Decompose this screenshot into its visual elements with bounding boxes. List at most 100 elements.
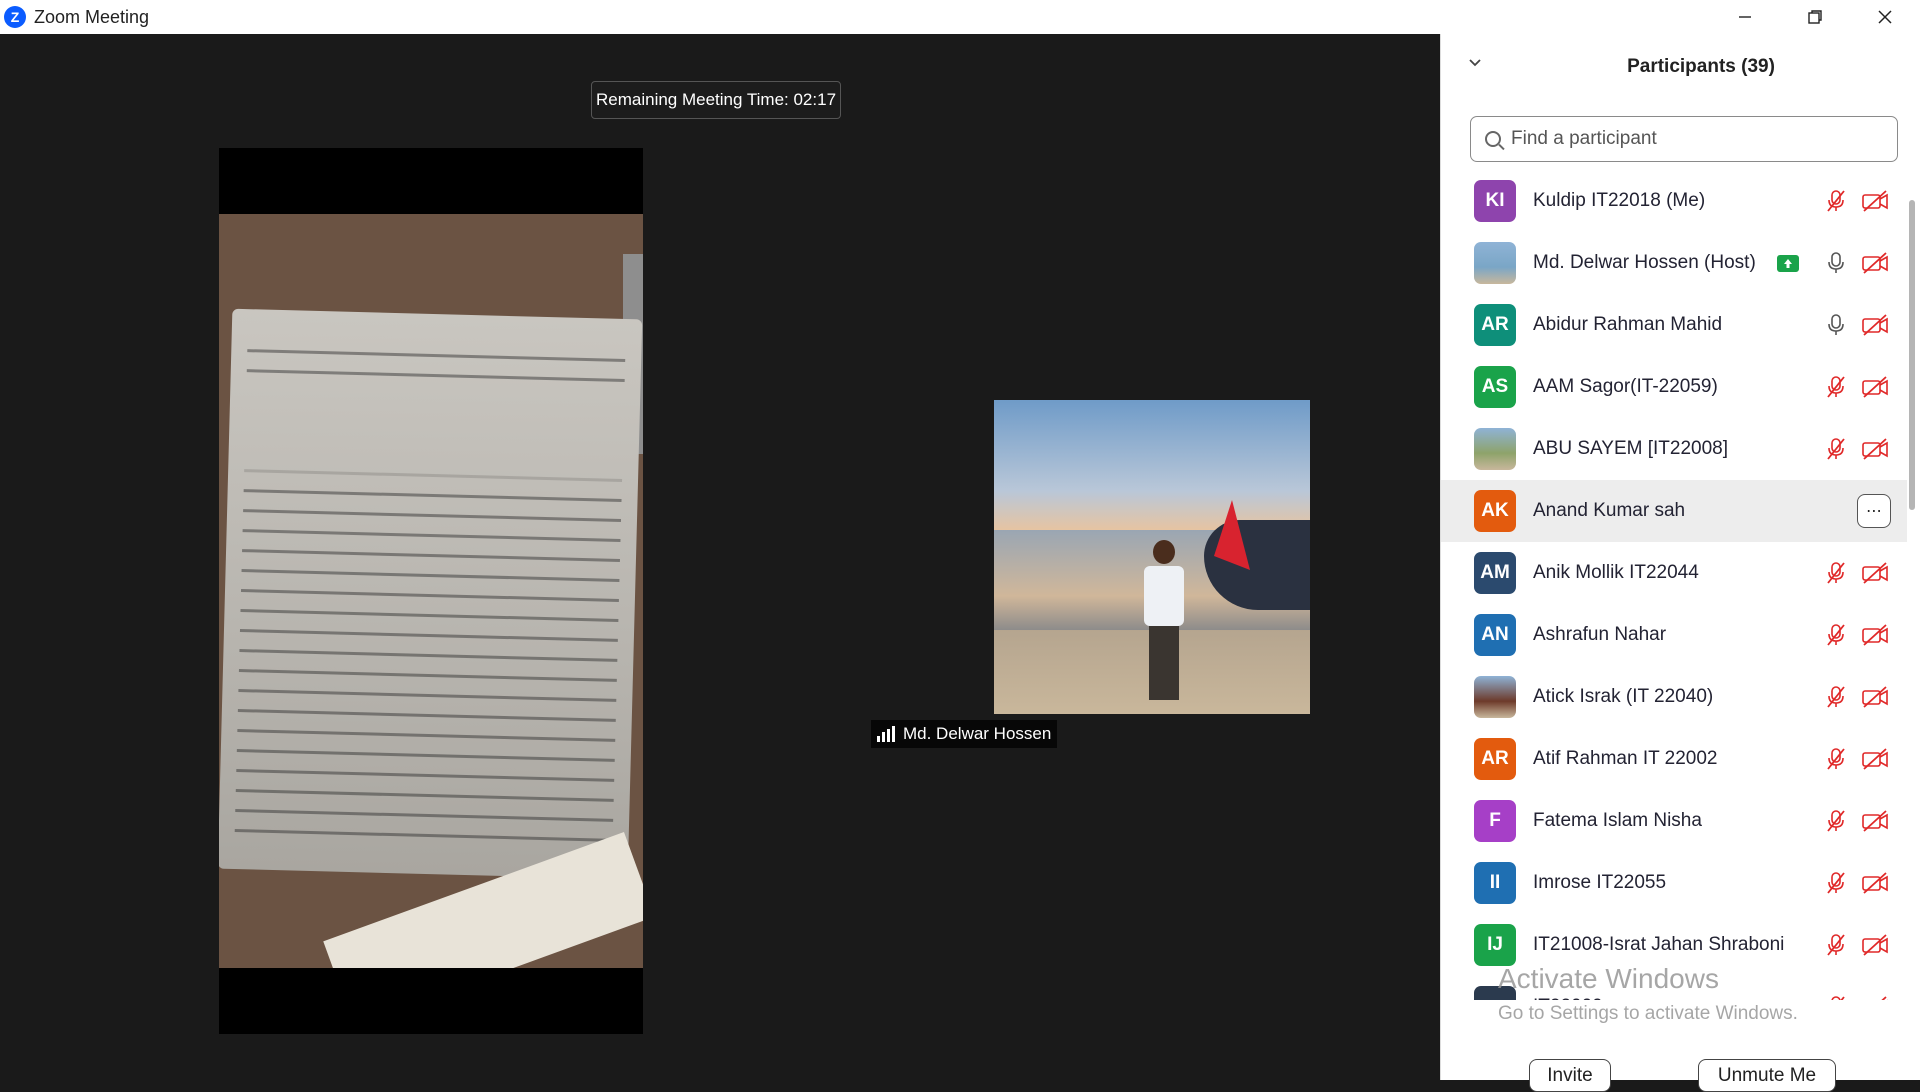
- participant-status-icons: [1823, 914, 1891, 976]
- participant-avatar: KI: [1474, 180, 1516, 222]
- microphone-muted-icon[interactable]: [1823, 436, 1849, 462]
- invite-button[interactable]: Invite: [1529, 1059, 1611, 1092]
- host-camera-video[interactable]: [994, 400, 1310, 714]
- window-controls: [1710, 0, 1920, 34]
- participant-row[interactable]: KI Kuldip IT22018 (Me): [1441, 170, 1907, 232]
- connection-signal-icon: [877, 726, 897, 742]
- participant-name: IT22009: [1533, 996, 1603, 1000]
- microphone-icon[interactable]: [1823, 312, 1849, 338]
- participant-status-icons: [1823, 356, 1891, 418]
- scrollbar-thumb[interactable]: [1909, 200, 1915, 510]
- participant-name: Kuldip IT22018 (Me): [1533, 190, 1706, 211]
- video-off-icon[interactable]: [1859, 932, 1891, 958]
- participant-status-icons: [1823, 170, 1891, 232]
- title-bar: Z Zoom Meeting: [0, 0, 1920, 34]
- participant-name: ABU SAYEM [IT22008]: [1533, 438, 1729, 459]
- video-off-icon[interactable]: [1859, 374, 1891, 400]
- restore-icon: [1808, 10, 1822, 24]
- more-options-button[interactable]: ⋯: [1857, 494, 1891, 528]
- close-icon: [1878, 10, 1892, 24]
- participant-list-scrollbar[interactable]: [1907, 170, 1915, 1000]
- participant-row[interactable]: AR Atif Rahman IT 22002: [1441, 728, 1907, 790]
- search-icon: [1485, 131, 1501, 147]
- microphone-muted-icon[interactable]: [1823, 374, 1849, 400]
- video-off-icon[interactable]: [1859, 622, 1891, 648]
- participant-row[interactable]: F Fatema Islam Nisha: [1441, 790, 1907, 852]
- microphone-muted-icon[interactable]: [1823, 560, 1849, 586]
- participants-title: Participants (39): [1627, 56, 1775, 77]
- video-off-icon[interactable]: [1859, 250, 1891, 276]
- video-off-icon[interactable]: [1859, 994, 1891, 1000]
- microphone-muted-icon[interactable]: [1823, 188, 1849, 214]
- participant-search-box[interactable]: [1470, 116, 1898, 162]
- participant-avatar: IJ: [1474, 924, 1516, 966]
- document-photo: [219, 214, 643, 968]
- participant-list: KI Kuldip IT22018 (Me) Md. Delwar Hossen (…: [1441, 170, 1907, 1000]
- participant-status-icons: [1823, 790, 1891, 852]
- microphone-muted-icon[interactable]: [1823, 808, 1849, 834]
- video-off-icon[interactable]: [1859, 870, 1891, 896]
- video-off-icon[interactable]: [1859, 684, 1891, 710]
- participant-avatar: F: [1474, 800, 1516, 842]
- participant-name: Atif Rahman IT 22002: [1533, 748, 1718, 769]
- participant-avatar: AR: [1474, 304, 1516, 346]
- participant-name: AAM Sagor(IT-22059): [1533, 376, 1718, 397]
- participant-status-icons: [1823, 542, 1891, 604]
- participant-row[interactable]: AN Ashrafun Nahar: [1441, 604, 1907, 666]
- zoom-logo-icon: Z: [4, 6, 26, 28]
- participant-status-icons: [1823, 852, 1891, 914]
- video-off-icon[interactable]: [1859, 188, 1891, 214]
- participant-name: Atick Israk (IT 22040): [1533, 686, 1714, 707]
- participant-row[interactable]: AS AAM Sagor(IT-22059): [1441, 356, 1907, 418]
- participant-avatar: II: [1474, 862, 1516, 904]
- video-off-icon[interactable]: [1859, 436, 1891, 462]
- participant-name: Imrose IT22055: [1533, 872, 1667, 893]
- microphone-muted-icon[interactable]: [1823, 932, 1849, 958]
- participant-avatar: AN: [1474, 614, 1516, 656]
- participants-header: Participants (39): [1441, 54, 1920, 84]
- video-name-tag: Md. Delwar Hossen: [871, 720, 1058, 748]
- participant-row[interactable]: Md. Delwar Hossen (Host): [1441, 232, 1907, 294]
- video-off-icon[interactable]: [1859, 560, 1891, 586]
- participant-row[interactable]: Atick Israk (IT 22040): [1441, 666, 1907, 728]
- participant-search-input[interactable]: [1511, 128, 1871, 150]
- video-off-icon[interactable]: [1859, 312, 1891, 338]
- participant-name: IT21008-Israt Jahan Shraboni: [1533, 934, 1785, 955]
- participant-row[interactable]: AK Anand Kumar sah ⋯: [1441, 480, 1907, 542]
- participants-panel: Participants (39) KI Kuldip IT22018 (Me) M…: [1440, 34, 1920, 1092]
- participant-name: Md. Delwar Hossen (Host): [1533, 252, 1756, 273]
- share-screen-icon: [1777, 254, 1799, 272]
- shared-document-video[interactable]: [219, 148, 643, 1034]
- microphone-muted-icon[interactable]: [1823, 746, 1849, 772]
- chevron-down-icon: [1469, 59, 1481, 67]
- minimize-button[interactable]: [1710, 0, 1780, 34]
- book-page: [219, 308, 643, 880]
- participant-status-icons: ⋯: [1857, 480, 1891, 542]
- video-stage: Remaining Meeting Time: 02:17 Md. Delwar…: [0, 34, 1440, 1080]
- participant-status-icons: [1823, 728, 1891, 790]
- video-off-icon[interactable]: [1859, 746, 1891, 772]
- remaining-time-label: Remaining Meeting Time: 02:17: [591, 81, 842, 119]
- microphone-muted-icon[interactable]: [1823, 684, 1849, 710]
- video-off-icon[interactable]: [1859, 808, 1891, 834]
- participant-status-icons: [1823, 294, 1891, 356]
- microphone-muted-icon[interactable]: [1823, 994, 1849, 1000]
- participant-status-icons: [1823, 604, 1891, 666]
- participant-row[interactable]: ABU SAYEM [IT22008]: [1441, 418, 1907, 480]
- collapse-panel-button[interactable]: [1467, 54, 1483, 75]
- window-title: Zoom Meeting: [34, 6, 150, 27]
- participant-name: Abidur Rahman Mahid: [1533, 314, 1723, 335]
- participant-row[interactable]: AM Anik Mollik IT22044: [1441, 542, 1907, 604]
- unmute-me-button[interactable]: Unmute Me: [1698, 1059, 1836, 1092]
- participant-status-icons: [1823, 976, 1891, 1000]
- microphone-muted-icon[interactable]: [1823, 622, 1849, 648]
- close-button[interactable]: [1850, 0, 1920, 34]
- restore-button[interactable]: [1780, 0, 1850, 34]
- participant-row[interactable]: AR Abidur Rahman Mahid: [1441, 294, 1907, 356]
- microphone-icon[interactable]: [1823, 250, 1849, 276]
- participant-row[interactable]: II Imrose IT22055: [1441, 852, 1907, 914]
- participant-avatar: AK: [1474, 490, 1516, 532]
- participant-status-icons: [1823, 418, 1891, 480]
- microphone-muted-icon[interactable]: [1823, 870, 1849, 896]
- participant-avatar: AM: [1474, 552, 1516, 594]
